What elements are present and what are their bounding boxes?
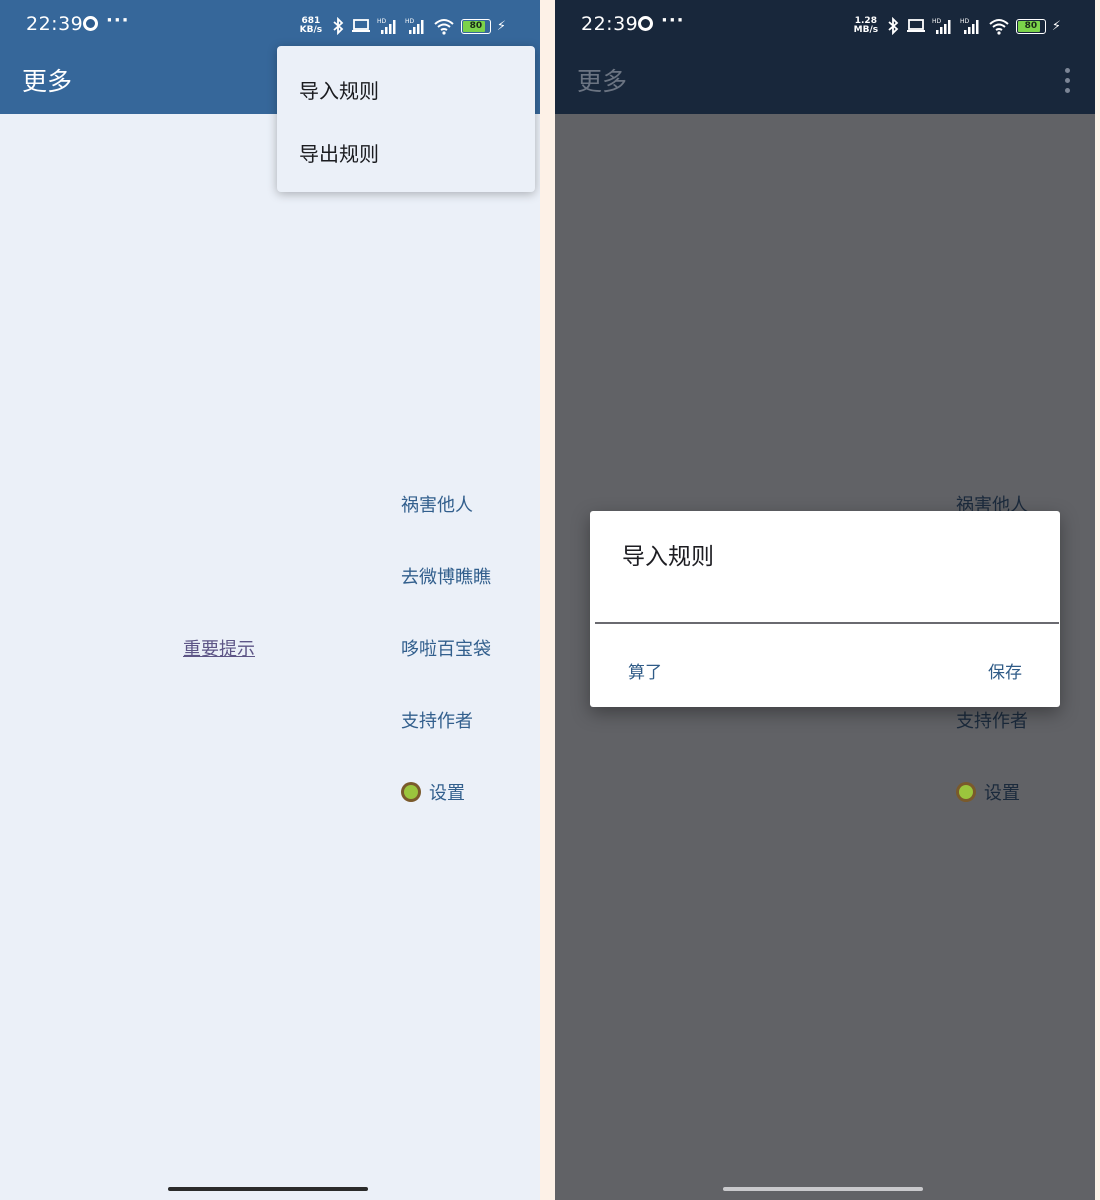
- settings-label: 设置: [984, 783, 1020, 804]
- network-speed: 1.28 MB/s: [853, 16, 879, 35]
- status-time: 22:39: [26, 13, 84, 35]
- signal-hd-icon: HD: [405, 18, 424, 34]
- phone-screen-import-dialog: 22:39 ··· 1.28 MB/s HD HD 80 ⚡︎ 更多 祸害他人 …: [555, 0, 1095, 1200]
- action-settings: 设置: [956, 779, 1020, 805]
- battery-icon: 80: [1015, 18, 1046, 34]
- alarm-clock-icon: [83, 16, 98, 31]
- app-bar: 更多: [555, 50, 1095, 114]
- laptop-icon: [351, 19, 370, 32]
- menu-item-import-rules[interactable]: 导入规则: [299, 75, 379, 104]
- more-vert-icon[interactable]: [1065, 68, 1071, 96]
- save-button[interactable]: 保存: [988, 658, 1022, 683]
- kiwi-icon: [401, 782, 421, 802]
- alarm-clock-icon: [638, 16, 653, 31]
- settings-label: 设置: [429, 783, 465, 804]
- svg-text:HD: HD: [932, 18, 942, 25]
- menu-item-export-rules[interactable]: 导出规则: [299, 138, 379, 167]
- page-title: 更多: [22, 67, 73, 96]
- cancel-button[interactable]: 算了: [628, 658, 662, 683]
- signal-hd-icon: HD: [377, 18, 396, 34]
- home-indicator[interactable]: [723, 1187, 923, 1191]
- status-bar: 22:39 ··· 1.28 MB/s HD HD 80 ⚡︎: [555, 0, 1095, 50]
- signal-hd-icon: HD: [960, 18, 979, 34]
- bluetooth-icon: [888, 17, 899, 35]
- action-settings[interactable]: 设置: [401, 779, 465, 805]
- status-time: 22:39: [581, 13, 639, 35]
- import-rules-dialog: 导入规则 算了 保存: [590, 511, 1060, 707]
- more-notifications-icon: ···: [106, 10, 130, 31]
- action-doraemon-pocket[interactable]: 哆啦百宝袋: [401, 635, 491, 661]
- laptop-icon: [906, 19, 925, 32]
- status-bar: 22:39 ··· 681 KB/s HD HD 80 ⚡︎: [0, 0, 540, 50]
- dialog-title: 导入规则: [622, 544, 714, 570]
- action-support-author: 支持作者: [956, 711, 1028, 732]
- page-title: 更多: [577, 67, 628, 96]
- charging-icon: ⚡︎: [1051, 18, 1061, 34]
- overflow-menu: 导入规则 导出规则: [277, 46, 535, 192]
- svg-text:HD: HD: [960, 18, 970, 25]
- battery-icon: 80: [460, 18, 491, 34]
- network-speed: 681 KB/s: [299, 16, 323, 35]
- status-icons: 681 KB/s HD HD 80 ⚡︎: [297, 15, 506, 37]
- more-notifications-icon: ···: [661, 10, 685, 31]
- charging-icon: ⚡︎: [496, 18, 506, 34]
- svg-text:HD: HD: [405, 18, 415, 25]
- bluetooth-icon: [333, 17, 344, 35]
- wifi-icon: [989, 19, 1009, 35]
- kiwi-icon: [956, 782, 976, 802]
- status-icons: 1.28 MB/s HD HD 80 ⚡︎: [852, 15, 1061, 37]
- action-visit-weibo[interactable]: 去微博瞧瞧: [401, 563, 491, 589]
- action-harm-others[interactable]: 祸害他人: [401, 491, 473, 517]
- important-notice-link[interactable]: 重要提示: [183, 635, 255, 661]
- wifi-icon: [434, 19, 454, 35]
- svg-text:HD: HD: [377, 18, 387, 25]
- phone-screen-menu-open: 22:39 ··· 681 KB/s HD HD 80 ⚡︎ 更多 导入规则 导…: [0, 0, 540, 1200]
- action-support-author[interactable]: 支持作者: [401, 707, 473, 733]
- home-indicator[interactable]: [168, 1187, 368, 1191]
- rules-input[interactable]: [595, 604, 1059, 624]
- signal-hd-icon: HD: [932, 18, 951, 34]
